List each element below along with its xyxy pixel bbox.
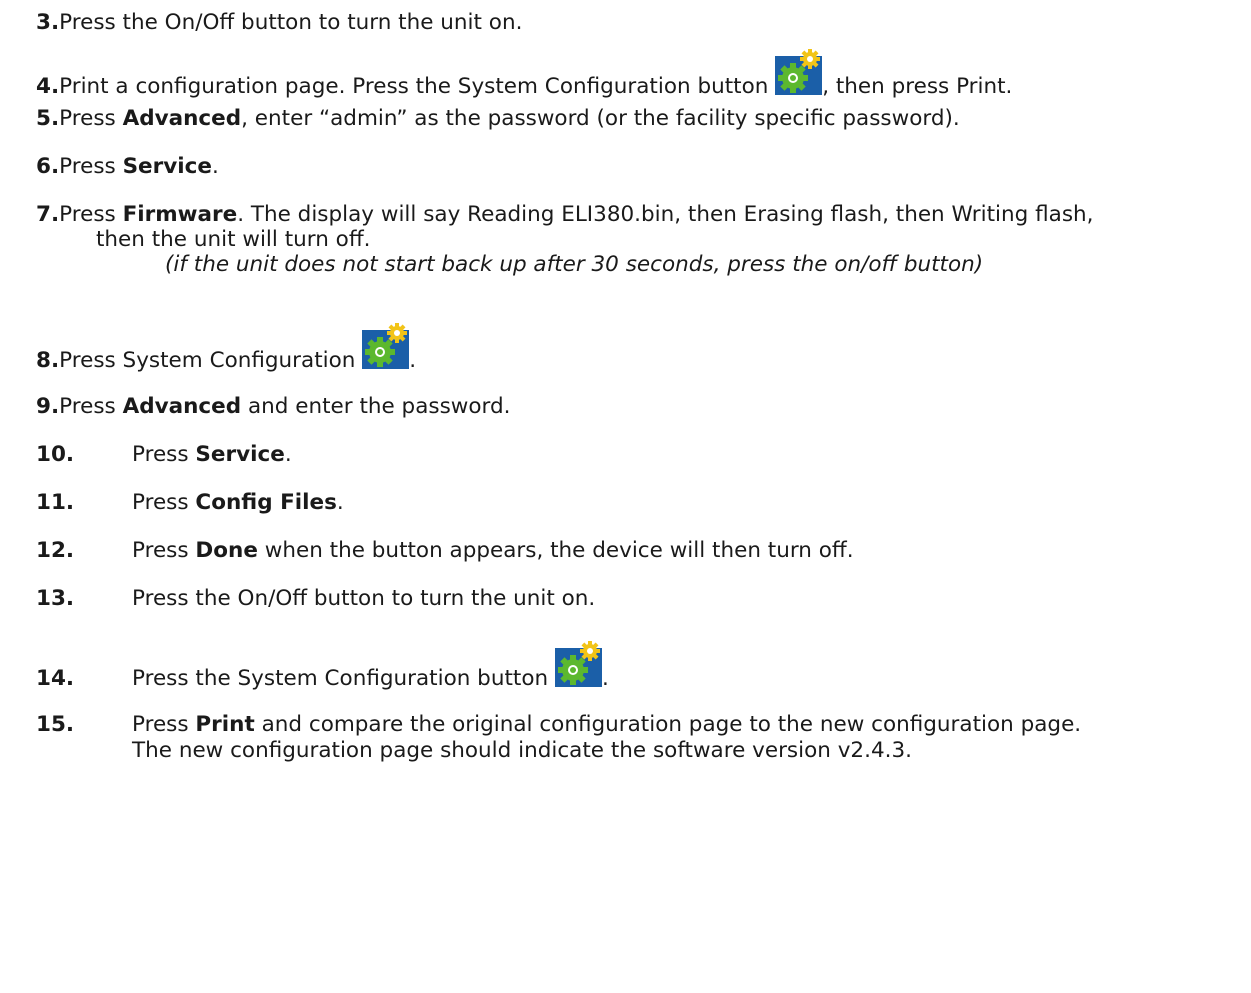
- step-15-continuation: The new configuration page should indica…: [132, 738, 912, 763]
- step-4: 4.Print a configuration page. Press the …: [36, 49, 1013, 100]
- step-number: 6.: [36, 154, 60, 179]
- step-text: Press System Configuration: [59, 348, 363, 373]
- step-12: 12. Press Done when the button appears, t…: [36, 538, 854, 564]
- step-text-after: and enter the password.: [241, 394, 511, 419]
- step-5: 5.Press Advanced, enter “admin” as the p…: [36, 106, 960, 132]
- step-number: 9.: [36, 394, 60, 419]
- step-text: Press: [59, 154, 123, 179]
- ui-term: Config Files: [195, 490, 337, 515]
- step-text: Press: [59, 394, 123, 419]
- step-text-after: and compare the original configuration p…: [254, 712, 1082, 737]
- step-text: Press: [132, 442, 196, 467]
- step-text-after: .: [409, 348, 417, 373]
- ui-term: Done: [195, 538, 258, 563]
- ui-term: Firmware: [122, 202, 238, 227]
- step-14: 14. Press the System Configuration button…: [36, 641, 609, 692]
- step-number: 8.: [36, 348, 60, 373]
- step-text: Press the System Configuration button: [132, 666, 555, 691]
- step-number: 10.: [36, 442, 75, 467]
- step-text-after: .: [211, 154, 219, 179]
- system-configuration-gear-icon: [362, 323, 410, 369]
- step-10: 10. Press Service.: [36, 442, 292, 468]
- step-number: 11.: [36, 490, 75, 515]
- step-3: 3.Press the On/Off button to turn the un…: [36, 10, 522, 36]
- step-7-continuation: then the unit will turn off.: [96, 227, 371, 252]
- step-text: Press the On/Off button to turn the unit…: [59, 10, 523, 35]
- step-text: Print a configuration page. Press the Sy…: [59, 74, 776, 99]
- step-text: Press the On/Off button to turn the unit…: [132, 586, 596, 611]
- step-text-after: . The display will say Reading ELI380.bi…: [237, 202, 1094, 227]
- ui-term: Advanced: [122, 106, 242, 131]
- step-number: 12.: [36, 538, 75, 563]
- ui-term: Service: [122, 154, 212, 179]
- step-text: Press: [59, 202, 123, 227]
- step-text: Press: [132, 490, 196, 515]
- ui-term: Print: [195, 712, 255, 737]
- step-text-after: .: [284, 442, 292, 467]
- step-text: Press: [132, 538, 196, 563]
- step-9: 9.Press Advanced and enter the password.: [36, 394, 510, 420]
- step-number: 14.: [36, 666, 75, 691]
- step-7-note: (if the unit does not start back up afte…: [165, 252, 984, 277]
- step-6: 6.Press Service.: [36, 154, 219, 180]
- step-number: 3.: [36, 10, 60, 35]
- step-text-after: .: [601, 666, 609, 691]
- step-13: 13. Press the On/Off button to turn the u…: [36, 586, 595, 612]
- step-text-after: , then press Print.: [822, 74, 1013, 99]
- step-text-after: , enter “admin” as the password (or the …: [241, 106, 960, 131]
- step-text: Press: [59, 106, 123, 131]
- step-number: 7.: [36, 202, 60, 227]
- step-7: 7.Press Firmware. The display will say R…: [36, 202, 1094, 228]
- step-number: 4.: [36, 74, 60, 99]
- step-number: 13.: [36, 586, 75, 611]
- step-text: Press: [132, 712, 196, 737]
- ui-term: Service: [195, 442, 285, 467]
- step-11: 11. Press Config Files.: [36, 490, 344, 516]
- step-8: 8.Press System Configuration .: [36, 323, 417, 374]
- step-number: 15.: [36, 712, 75, 737]
- system-configuration-gear-icon: [554, 641, 602, 687]
- step-number: 5.: [36, 106, 60, 131]
- step-text-after: when the button appears, the device will…: [257, 538, 854, 563]
- step-text-after: .: [336, 490, 344, 515]
- ui-term: Advanced: [122, 394, 242, 419]
- system-configuration-gear-icon: [775, 49, 823, 95]
- step-15: 15. Press Print and compare the original …: [36, 712, 1081, 738]
